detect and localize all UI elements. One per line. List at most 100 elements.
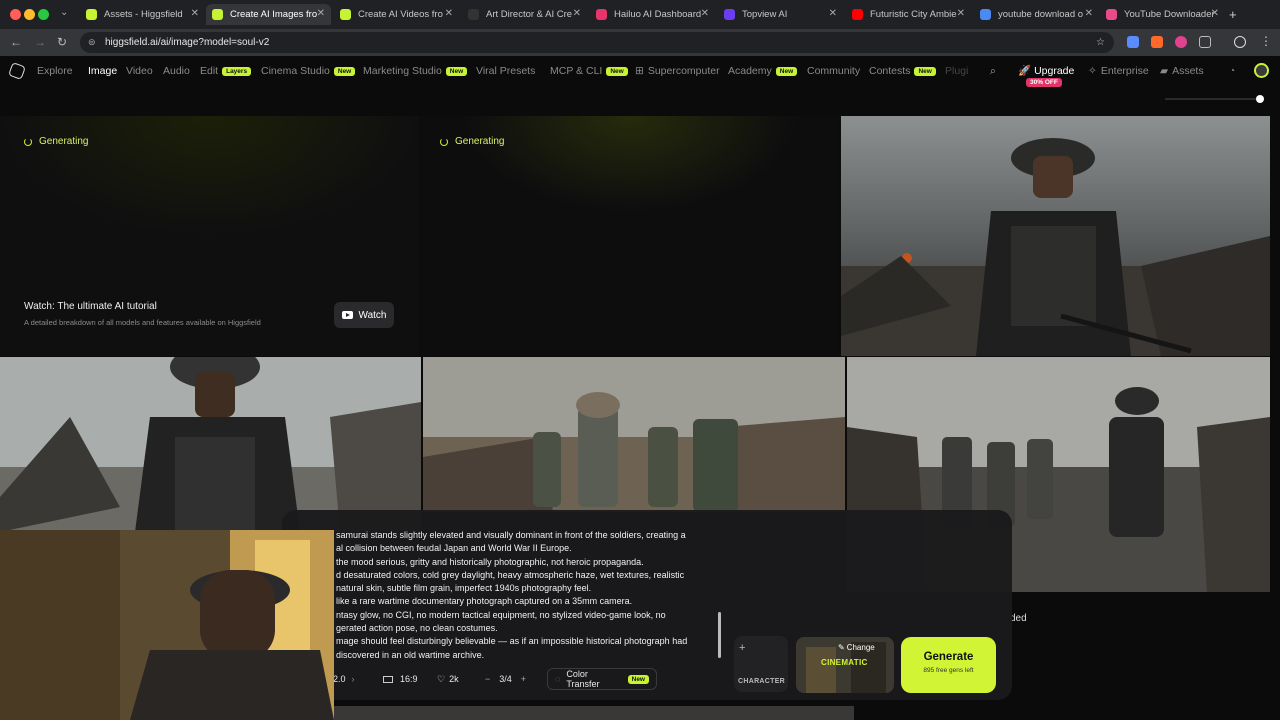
extension-icon[interactable]	[1151, 36, 1163, 48]
nav-enterprise-label: Enterprise	[1100, 65, 1149, 77]
close-tab-icon[interactable]: ✕	[829, 8, 837, 19]
browser-tab[interactable]: Futuristic City Ambie ✕	[846, 4, 971, 25]
browser-tab[interactable]: youtube download o ✕	[974, 4, 1099, 25]
next-row-images[interactable]	[334, 706, 854, 720]
site-info-icon[interactable]: ⊜	[88, 32, 96, 53]
generated-image-samurai[interactable]	[841, 116, 1270, 356]
nav-viral-presets[interactable]: Viral Presets	[476, 65, 535, 77]
nav-audio[interactable]: Audio	[163, 65, 190, 77]
tab-title: Topview AI	[742, 9, 788, 20]
new-tab-icon[interactable]: +	[1229, 7, 1237, 22]
user-avatar[interactable]	[1254, 63, 1269, 78]
trench-soldiers-image	[423, 357, 845, 512]
url-text: higgsfield.ai/ai/image?model=soul-v2	[105, 37, 270, 48]
notifications-icon[interactable]: ◔	[1229, 65, 1235, 77]
count-stepper[interactable]: −3/4 +	[478, 668, 533, 690]
nav-supercomputer[interactable]: ⊞ Supercomputer	[635, 65, 720, 77]
reload-icon[interactable]: ↻	[57, 35, 67, 49]
upgrade-button[interactable]: 🚀 Upgrade	[1018, 64, 1074, 77]
close-tab-icon[interactable]: ✕	[957, 8, 965, 19]
nav-assets[interactable]: ▰ Assets	[1160, 65, 1204, 77]
forward-icon[interactable]: →	[34, 35, 46, 49]
nav-plugins[interactable]: Plugi	[945, 65, 968, 77]
prompt-scrollbar[interactable]	[718, 612, 721, 658]
browser-tab[interactable]: Assets - Higgsfield ✕	[80, 4, 205, 25]
extension-icon[interactable]	[1127, 36, 1139, 48]
tab-title: Futuristic City Ambie	[870, 9, 957, 20]
bookmark-star-icon[interactable]: ☆	[1096, 32, 1105, 53]
youtube-icon	[341, 311, 353, 319]
nav-academy[interactable]: Academy New	[728, 65, 798, 77]
quality-selector[interactable]: ♡ 2k	[430, 668, 466, 690]
add-character-icon[interactable]: +	[739, 642, 745, 654]
nav-edit[interactable]: Edit Layers	[200, 65, 252, 77]
spinner-icon	[24, 137, 32, 146]
decrement-icon[interactable]: −	[485, 674, 490, 684]
zoom-slider-knob[interactable]	[1256, 95, 1264, 103]
higgsfield-logo-icon[interactable]	[8, 62, 26, 80]
close-tab-icon[interactable]: ✕	[1211, 8, 1219, 19]
card-glow	[420, 116, 839, 356]
close-window-icon[interactable]	[10, 9, 21, 20]
aspect-ratio-selector[interactable]: 16:9	[376, 668, 425, 690]
generate-button[interactable]: Generate 895 free gens left	[901, 637, 996, 693]
higgsfield-favicon-icon	[86, 9, 97, 20]
more-menu-icon[interactable]: ⋮	[1260, 34, 1272, 48]
youtube-favicon-icon	[852, 9, 863, 20]
watch-button[interactable]: Watch	[334, 302, 394, 328]
zoom-slider-track[interactable]	[1165, 98, 1260, 100]
browser-tab[interactable]: Create AI Videos fro ✕	[334, 4, 459, 25]
palette-icon: ◌	[555, 674, 561, 684]
color-transfer-button[interactable]: ◌ Color Transfer New	[547, 668, 657, 690]
close-tab-icon[interactable]: ✕	[701, 8, 709, 19]
close-tab-icon[interactable]: ✕	[191, 8, 199, 19]
higgsfield-favicon-icon	[340, 9, 351, 20]
address-bar[interactable]: ⊜ higgsfield.ai/ai/image?model=soul-v2 ☆	[80, 32, 1114, 53]
downloader-favicon-icon	[1106, 9, 1117, 20]
close-tab-icon[interactable]: ✕	[445, 8, 453, 19]
browser-tab[interactable]: Topview AI ✕	[718, 4, 843, 25]
profile-icon[interactable]	[1234, 36, 1246, 48]
browser-tab[interactable]: Art Director & AI Cre ✕	[462, 4, 587, 25]
increment-icon[interactable]: +	[521, 674, 526, 684]
back-icon[interactable]: ←	[10, 35, 22, 49]
close-tab-icon[interactable]: ✕	[573, 8, 581, 19]
search-icon[interactable]: ⌕	[990, 65, 996, 78]
extensions-puzzle-icon[interactable]	[1199, 36, 1211, 48]
new-badge: New	[627, 674, 649, 684]
nav-explore[interactable]: Explore	[37, 65, 73, 77]
extension-icon[interactable]	[1175, 36, 1187, 48]
nav-supercomputer-label: Supercomputer	[647, 65, 720, 77]
change-text: Change	[846, 643, 875, 652]
close-tab-icon[interactable]: ✕	[1085, 8, 1093, 19]
nav-enterprise[interactable]: ✧ Enterprise	[1088, 65, 1149, 77]
browser-tab-active[interactable]: Create AI Images fro ✕	[206, 4, 331, 25]
browser-tab[interactable]: YouTube Downloader ✕	[1100, 4, 1225, 25]
generating-card[interactable]	[420, 116, 839, 356]
hailuo-favicon-icon	[596, 9, 607, 20]
new-badge: New	[445, 67, 468, 76]
generated-image-trench-soldiers[interactable]	[423, 357, 845, 512]
maximize-window-icon[interactable]	[38, 9, 49, 20]
close-tab-icon[interactable]: ✕	[317, 8, 325, 19]
preset-card[interactable]: ✎ Change CINEMATIC	[796, 637, 894, 693]
nav-mcp-cli[interactable]: MCP & CLI New	[550, 65, 628, 77]
change-preset-button[interactable]: ✎ Change	[838, 643, 875, 652]
browser-tab[interactable]: Hailuo AI Dashboard ✕	[590, 4, 715, 25]
generated-image-samurai-wide[interactable]	[0, 357, 421, 532]
minimize-window-icon[interactable]	[24, 9, 35, 20]
nav-community[interactable]: Community	[807, 65, 860, 77]
enterprise-icon: ✧	[1088, 65, 1097, 77]
pencil-icon: ✎	[838, 643, 845, 652]
chevron-right-icon: ›	[351, 674, 355, 684]
prompt-textarea[interactable]: samurai stands slightly elevated and vis…	[336, 529, 726, 662]
nav-video[interactable]: Video	[126, 65, 153, 77]
topview-favicon-icon	[724, 9, 735, 20]
tab-list-chevron-icon[interactable]: ⌄	[60, 7, 68, 18]
app-navbar: Explore Image Video Audio Edit Layers Cin…	[0, 56, 1280, 86]
nav-marketing-studio[interactable]: Marketing Studio New	[363, 65, 468, 77]
aspect-text: 16:9	[400, 674, 418, 684]
nav-contests[interactable]: Contests New	[869, 65, 936, 77]
nav-image[interactable]: Image	[88, 65, 117, 77]
nav-cinema-studio[interactable]: Cinema Studio New	[261, 65, 356, 77]
